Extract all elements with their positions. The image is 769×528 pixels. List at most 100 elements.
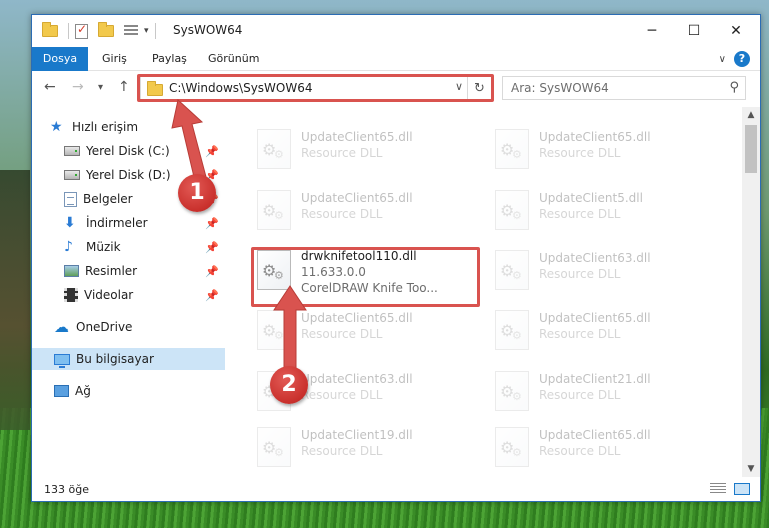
forward-button[interactable]: →	[72, 79, 84, 95]
pictures-icon	[64, 265, 79, 277]
ribbon-controls: ∨ ?	[719, 51, 750, 67]
sidebar-item-label: Belgeler	[83, 192, 133, 206]
scroll-up-icon[interactable]: ▲	[742, 107, 760, 123]
file-description: Resource DLL	[539, 207, 621, 221]
toolbar-divider	[154, 23, 156, 39]
file-description: Resource DLL	[301, 444, 383, 458]
customize-icon[interactable]	[124, 25, 138, 37]
file-name: UpdateClient65.dll	[301, 311, 413, 325]
file-tile[interactable]: UpdateClient63.dll Resource DLL	[485, 242, 725, 300]
file-description: Resource DLL	[539, 146, 621, 160]
background-tree	[0, 170, 30, 430]
music-icon: ♪	[64, 239, 73, 255]
tab-share[interactable]: Paylaş	[142, 47, 197, 71]
quick-access-toolbar: ▾	[42, 22, 162, 39]
file-tile[interactable]: UpdateClient5.dll Resource DLL	[485, 182, 725, 240]
annotation-marker-2: 2	[270, 366, 308, 404]
star-icon: ★	[50, 119, 63, 135]
cloud-icon: ☁	[54, 318, 69, 336]
sidebar-item-label: Hızlı erişim	[72, 120, 139, 134]
search-placeholder[interactable]: Ara: SysWOW64	[511, 81, 609, 95]
sidebar-item-pictures[interactable]: Resimler 📌	[32, 260, 225, 282]
sidebar-item-label: İndirmeler	[86, 216, 148, 230]
dll-file-icon	[495, 371, 529, 411]
sidebar-item-this-pc[interactable]: Bu bilgisayar	[32, 348, 225, 370]
file-description: Resource DLL	[301, 388, 383, 402]
drive-icon	[64, 146, 80, 156]
sidebar-item-downloads[interactable]: ⬇ İndirmeler 📌	[32, 212, 225, 234]
sidebar-item-music[interactable]: ♪ Müzik 📌	[32, 236, 225, 258]
file-tile[interactable]: UpdateClient65.dll Resource DLL	[485, 302, 725, 360]
dll-file-icon	[495, 427, 529, 467]
file-tile[interactable]: UpdateClient19.dll Resource DLL	[247, 419, 487, 477]
tiles-view-icon[interactable]	[734, 483, 750, 495]
sidebar-item-label: Resimler	[85, 264, 138, 278]
file-name: UpdateClient21.dll	[539, 372, 651, 386]
file-description: Resource DLL	[301, 327, 383, 341]
sidebar-item-label: Yerel Disk (C:)	[86, 144, 170, 158]
help-icon[interactable]: ?	[734, 51, 750, 67]
file-tile[interactable]: UpdateClient65.dll Resource DLL	[247, 182, 487, 240]
window-title: SysWOW64	[173, 23, 243, 37]
properties-icon[interactable]	[75, 22, 88, 39]
file-description: Resource DLL	[539, 327, 621, 341]
tab-view[interactable]: Görünüm	[198, 47, 269, 71]
file-tile[interactable]: UpdateClient21.dll Resource DLL	[485, 363, 725, 421]
sidebar-item-network[interactable]: Ağ	[32, 380, 225, 402]
search-box[interactable]: Ara: SysWOW64 ⚲	[502, 76, 746, 100]
pin-icon[interactable]: 📌	[205, 289, 219, 302]
dll-file-icon	[495, 129, 529, 169]
item-count: 133 öğe	[44, 483, 89, 496]
file-name: UpdateClient63.dll	[539, 251, 651, 265]
file-description: Resource DLL	[539, 444, 621, 458]
dll-file-icon	[495, 250, 529, 290]
maximize-button[interactable]: ☐	[674, 15, 714, 47]
expand-ribbon-icon[interactable]: ∨	[719, 54, 726, 65]
file-tile[interactable]: UpdateClient65.dll Resource DLL	[247, 121, 487, 179]
tab-file[interactable]: Dosya	[32, 47, 88, 71]
download-icon: ⬇	[64, 215, 76, 231]
sidebar-item-onedrive[interactable]: ☁ OneDrive	[32, 316, 225, 338]
file-name: UpdateClient19.dll	[301, 428, 413, 442]
pin-icon[interactable]: 📌	[205, 265, 219, 278]
up-button[interactable]: ↑	[118, 79, 130, 95]
close-button[interactable]: ✕	[716, 15, 756, 47]
computer-icon	[54, 353, 70, 368]
video-icon	[64, 288, 78, 302]
pin-icon[interactable]: 📌	[205, 217, 219, 230]
document-icon	[64, 191, 77, 207]
minimize-button[interactable]: ─	[632, 15, 672, 47]
dll-file-icon	[495, 310, 529, 350]
file-name: UpdateClient63.dll	[301, 372, 413, 386]
file-tile[interactable]: UpdateClient65.dll Resource DLL	[485, 121, 725, 179]
back-button[interactable]: ←	[44, 79, 56, 95]
network-icon	[54, 385, 69, 397]
new-folder-icon[interactable]	[98, 22, 114, 37]
search-icon[interactable]: ⚲	[729, 80, 739, 95]
file-name: UpdateClient65.dll	[539, 311, 651, 325]
dll-file-icon	[495, 190, 529, 230]
navigation-bar: ← → ▾ ↑ C:\Windows\SysWOW64 ∨ ↻ Ara: Sys…	[32, 71, 760, 107]
file-name: UpdateClient65.dll	[301, 130, 413, 144]
scroll-thumb[interactable]	[745, 125, 757, 173]
ribbon-tabs: Dosya Giriş Paylaş Görünüm ∨ ?	[32, 47, 760, 71]
recent-locations-button[interactable]: ▾	[98, 82, 103, 93]
details-view-icon[interactable]	[710, 483, 726, 495]
folder-icon	[42, 22, 58, 37]
file-name: UpdateClient65.dll	[301, 191, 413, 205]
pin-icon[interactable]: 📌	[205, 241, 219, 254]
dll-file-icon	[257, 190, 291, 230]
file-name: UpdateClient5.dll	[539, 191, 643, 205]
sidebar-item-label: OneDrive	[76, 320, 133, 334]
customize-dropdown-icon[interactable]: ▾	[144, 26, 149, 36]
file-description: Resource DLL	[539, 388, 621, 402]
file-tile[interactable]: UpdateClient65.dll Resource DLL	[485, 419, 725, 477]
sidebar-item-label: Yerel Disk (D:)	[86, 168, 171, 182]
drive-icon	[64, 170, 80, 180]
scroll-down-icon[interactable]: ▼	[742, 461, 760, 477]
sidebar-item-label: Bu bilgisayar	[76, 352, 154, 366]
sidebar-item-videos[interactable]: Videolar 📌	[32, 284, 225, 306]
tab-home[interactable]: Giriş	[92, 47, 137, 71]
vertical-scrollbar[interactable]: ▲ ▼	[742, 107, 760, 477]
explorer-window: ▾ SysWOW64 ─ ☐ ✕ Dosya Giriş Paylaş Görü…	[31, 14, 761, 502]
